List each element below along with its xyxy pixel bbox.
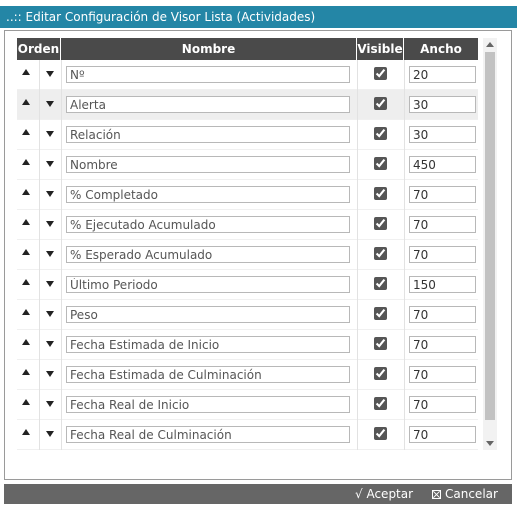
scroll-up-icon[interactable] (486, 42, 494, 47)
table-row (17, 270, 478, 300)
visible-checkbox[interactable] (374, 397, 387, 410)
column-width-input[interactable] (409, 66, 476, 83)
column-width-input[interactable] (409, 126, 476, 143)
column-divider (404, 60, 405, 450)
move-up-icon[interactable] (22, 219, 30, 225)
column-divider (39, 60, 40, 450)
move-up-icon[interactable] (22, 129, 30, 135)
column-name-input[interactable] (66, 246, 350, 263)
column-name-input[interactable] (66, 96, 350, 113)
move-up-icon[interactable] (22, 99, 30, 105)
move-up-icon[interactable] (22, 429, 30, 435)
cancel-icon (432, 490, 441, 499)
column-width-input[interactable] (409, 396, 476, 413)
table-row (17, 360, 478, 390)
move-down-icon[interactable] (46, 341, 54, 347)
header-orden: Orden (17, 38, 61, 60)
move-up-icon[interactable] (22, 249, 30, 255)
column-width-input[interactable] (409, 186, 476, 203)
column-name-input[interactable] (66, 156, 350, 173)
column-divider (357, 60, 358, 450)
table-row (17, 60, 478, 90)
visible-checkbox[interactable] (374, 67, 387, 80)
move-down-icon[interactable] (46, 161, 54, 167)
table-row (17, 90, 478, 120)
visible-checkbox[interactable] (374, 157, 387, 170)
vertical-scrollbar[interactable] (483, 38, 497, 450)
table-row (17, 180, 478, 210)
table-row (17, 300, 478, 330)
visible-checkbox[interactable] (374, 307, 387, 320)
column-width-input[interactable] (409, 246, 476, 263)
move-down-icon[interactable] (46, 401, 54, 407)
visible-checkbox[interactable] (374, 187, 387, 200)
scroll-thumb[interactable] (485, 52, 495, 420)
move-up-icon[interactable] (22, 279, 30, 285)
move-up-icon[interactable] (22, 369, 30, 375)
columns-grid: Orden Nombre Visible Ancho (17, 38, 478, 450)
window-title: ..:: Editar Configuración de Visor Lista… (0, 6, 517, 28)
move-down-icon[interactable] (46, 131, 54, 137)
move-down-icon[interactable] (46, 281, 54, 287)
table-row (17, 390, 478, 420)
column-name-input[interactable] (66, 66, 350, 83)
visible-checkbox[interactable] (374, 337, 387, 350)
column-width-input[interactable] (409, 96, 476, 113)
move-up-icon[interactable] (22, 69, 30, 75)
visible-checkbox[interactable] (374, 367, 387, 380)
visible-checkbox[interactable] (374, 277, 387, 290)
scroll-down-icon[interactable] (486, 441, 494, 446)
move-down-icon[interactable] (46, 101, 54, 107)
column-width-input[interactable] (409, 156, 476, 173)
move-up-icon[interactable] (22, 159, 30, 165)
move-down-icon[interactable] (46, 71, 54, 77)
table-row (17, 210, 478, 240)
column-name-input[interactable] (66, 216, 350, 233)
move-up-icon[interactable] (22, 339, 30, 345)
column-width-input[interactable] (409, 276, 476, 293)
config-panel: Orden Nombre Visible Ancho (4, 30, 512, 480)
header-visible: Visible (357, 38, 404, 60)
move-up-icon[interactable] (22, 189, 30, 195)
column-name-input[interactable] (66, 306, 350, 323)
cancel-label: Cancelar (445, 487, 498, 501)
header-ancho: Ancho (420, 42, 462, 56)
column-width-input[interactable] (409, 216, 476, 233)
table-row (17, 120, 478, 150)
column-name-input[interactable] (66, 396, 350, 413)
column-divider (61, 60, 62, 450)
column-name-input[interactable] (66, 276, 350, 293)
column-width-input[interactable] (409, 366, 476, 383)
table-row (17, 150, 478, 180)
grid-header: Orden Nombre Visible Ancho (17, 38, 478, 60)
header-nombre: Nombre (61, 38, 357, 60)
move-down-icon[interactable] (46, 311, 54, 317)
dialog-footer: √ Aceptar Cancelar (4, 484, 512, 504)
column-width-input[interactable] (409, 426, 476, 443)
cancel-button[interactable]: Cancelar (432, 484, 498, 504)
column-name-input[interactable] (66, 336, 350, 353)
visible-checkbox[interactable] (374, 427, 387, 440)
accept-button[interactable]: √ Aceptar (355, 484, 413, 504)
column-name-input[interactable] (66, 426, 350, 443)
visible-checkbox[interactable] (374, 217, 387, 230)
move-down-icon[interactable] (46, 221, 54, 227)
move-down-icon[interactable] (46, 431, 54, 437)
move-up-icon[interactable] (22, 399, 30, 405)
column-width-input[interactable] (409, 336, 476, 353)
column-name-input[interactable] (66, 186, 350, 203)
table-row (17, 420, 478, 450)
table-row (17, 330, 478, 360)
visible-checkbox[interactable] (374, 247, 387, 260)
table-row (17, 240, 478, 270)
column-name-input[interactable] (66, 366, 350, 383)
visible-checkbox[interactable] (374, 97, 387, 110)
move-down-icon[interactable] (46, 371, 54, 377)
column-width-input[interactable] (409, 306, 476, 323)
move-up-icon[interactable] (22, 309, 30, 315)
visible-checkbox[interactable] (374, 127, 387, 140)
move-down-icon[interactable] (46, 251, 54, 257)
move-down-icon[interactable] (46, 191, 54, 197)
column-name-input[interactable] (66, 126, 350, 143)
